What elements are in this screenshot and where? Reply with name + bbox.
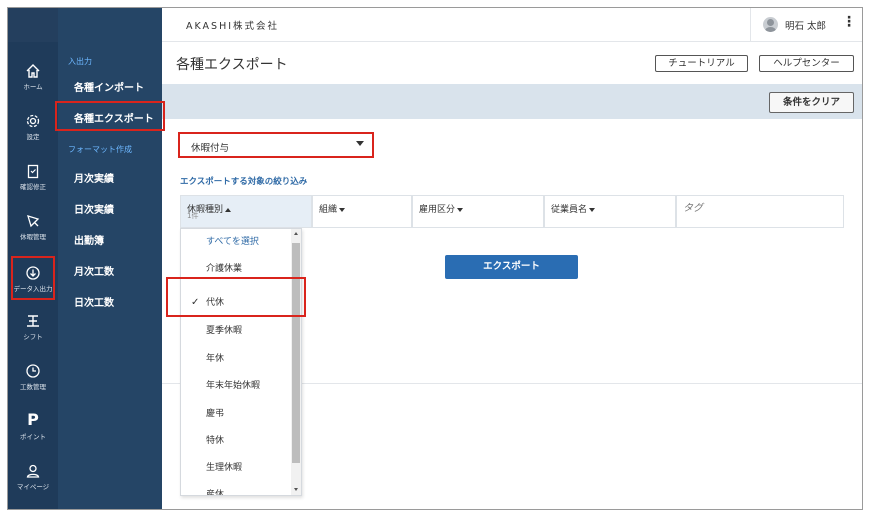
rail-item-review[interactable]: 確認修正 (8, 154, 58, 200)
rail-label-review: 確認修正 (20, 183, 46, 191)
point-icon: P (27, 410, 39, 429)
rail-label-man-hours: 工数管理 (20, 383, 46, 391)
rail-item-home[interactable]: ホーム (8, 54, 58, 100)
rail-label-settings: 設定 (26, 133, 40, 141)
submenu-item-daily-results[interactable]: 日次実績 (74, 201, 114, 216)
rail-label-leave: 休暇管理 (20, 233, 46, 241)
submenu-item-export[interactable]: 各種エクスポート (74, 110, 154, 125)
rail-item-shift[interactable]: シフト (8, 304, 58, 350)
filter-employment-type-label: 雇用区分 (419, 205, 456, 215)
export-type-value: 休暇付与 (191, 143, 230, 154)
filter-organization-label: 組織 (319, 205, 338, 215)
option-special-leave[interactable]: 特休 (181, 428, 291, 454)
rail-item-points[interactable]: P ポイント (8, 404, 58, 450)
avatar[interactable] (763, 17, 778, 32)
app-frame: ホーム 設定 確認修正 休暇管理 データ入出力 シフト 工数管理 P ポイント … (7, 7, 863, 510)
submenu-item-monthly-man-hours[interactable]: 月次工数 (74, 263, 114, 278)
option-select-all[interactable]: すべてを選択 (181, 229, 291, 255)
option-annual-leave[interactable]: 年休 (181, 346, 291, 372)
rail-label-data-io: データ入出力 (13, 285, 53, 293)
help-center-button[interactable]: ヘルプセンター (759, 55, 854, 72)
main-content: AKASHI株式会社 明石 太郎 ⋮ 各種エクスポート チュートリアル ヘルプセ… (162, 8, 862, 509)
user-name[interactable]: 明石 太郎 (785, 18, 826, 32)
submenu-item-monthly-results[interactable]: 月次実績 (74, 170, 114, 185)
option-new-year-leave[interactable]: 年末年始休暇 (181, 373, 291, 399)
submenu-section-io: 入出力 (68, 57, 92, 66)
option-label: 産休 (206, 490, 225, 496)
submenu-item-import[interactable]: 各種インポート (74, 79, 144, 94)
option-condolence-leave[interactable]: 慶弔 (181, 401, 291, 427)
option-label: 夏季休暇 (206, 326, 243, 336)
rail-item-leave[interactable]: 休暇管理 (8, 204, 58, 250)
shift-icon (8, 309, 58, 331)
scroll-up-icon[interactable] (294, 232, 298, 235)
submenu: 入出力 各種インポート 各種エクスポート フォーマット作成 月次実績 日次実績 … (58, 8, 162, 509)
page-title: 各種エクスポート (176, 57, 288, 73)
data-io-icon (8, 261, 58, 283)
gear-icon (8, 109, 58, 131)
filter-employee-name-label: 従業員名 (551, 205, 588, 215)
option-care-leave[interactable]: 介護休業 (181, 256, 291, 282)
rail-item-man-hours[interactable]: 工数管理 (8, 354, 58, 400)
filter-organization[interactable]: 組織 (312, 195, 412, 228)
option-label: 年休 (206, 354, 225, 364)
submenu-item-attendance-book[interactable]: 出勤簿 (74, 232, 104, 247)
option-compensatory-leave[interactable]: ✓ 代休 (181, 290, 291, 316)
chevron-down-icon (457, 207, 464, 212)
rail-header (8, 8, 58, 42)
filter-leave-type-count: 1件 (187, 212, 199, 220)
kebab-icon[interactable]: ⋮ (842, 14, 856, 30)
option-summer-leave[interactable]: 夏季休暇 (181, 318, 291, 344)
rail-item-mypage[interactable]: マイページ (8, 454, 58, 500)
filter-employee-name[interactable]: 従業員名 (544, 195, 676, 228)
filter-employment-type[interactable]: 雇用区分 (412, 195, 544, 228)
chevron-down-icon (589, 207, 596, 212)
option-menstrual-leave[interactable]: 生理休暇 (181, 455, 291, 481)
tutorial-button[interactable]: チュートリアル (655, 55, 748, 72)
option-label: 特休 (206, 436, 225, 446)
clipboard-icon (8, 159, 58, 181)
rail-label-points: ポイント (20, 433, 46, 441)
rail-item-settings[interactable]: 設定 (8, 104, 58, 150)
person-icon (8, 459, 58, 481)
option-maternity-leave[interactable]: 産休 (181, 482, 291, 496)
icon-rail: ホーム 設定 確認修正 休暇管理 データ入出力 シフト 工数管理 P ポイント … (8, 8, 58, 509)
filter-leave-type[interactable]: 休暇種別 1件 (180, 195, 312, 228)
submenu-section-format: フォーマット作成 (68, 145, 132, 154)
filter-bar: 条件をクリア (162, 84, 862, 119)
clear-conditions-button[interactable]: 条件をクリア (769, 92, 854, 113)
chevron-down-icon (339, 207, 346, 212)
option-label: 生理休暇 (206, 463, 243, 473)
rail-item-data-io[interactable]: データ入出力 (8, 256, 58, 302)
submenu-item-daily-man-hours[interactable]: 日次工数 (74, 294, 114, 309)
dropdown-scrollbar[interactable] (291, 229, 301, 495)
filter-tag-input[interactable]: タグ (676, 195, 844, 228)
checkmark-icon: ✓ (191, 297, 200, 308)
export-type-select[interactable]: 休暇付与 (181, 135, 372, 157)
chevron-down-icon (356, 141, 364, 146)
scrollbar-thumb[interactable] (292, 243, 300, 463)
option-label: 介護休業 (206, 264, 243, 274)
rail-label-home: ホーム (23, 83, 43, 91)
export-button[interactable]: エクスポート (445, 255, 578, 279)
option-label: 年末年始休暇 (206, 381, 261, 391)
rail-label-shift: シフト (23, 333, 43, 341)
sort-up-icon (225, 207, 232, 212)
leave-type-dropdown[interactable]: すべてを選択 介護休業 ✓ 代休 夏季休暇 年休 年末年始休暇 慶弔 特休 生理休… (180, 228, 302, 496)
clock-icon (8, 359, 58, 381)
home-icon (8, 59, 58, 81)
leave-icon (8, 209, 58, 231)
rail-label-mypage: マイページ (16, 483, 50, 491)
topbar-divider (750, 8, 751, 42)
filter-tag-placeholder: タグ (683, 203, 703, 214)
company-name: AKASHI株式会社 (186, 21, 280, 32)
scroll-down-icon[interactable] (294, 488, 298, 491)
option-label: 慶弔 (206, 409, 225, 419)
filter-section-label: エクスポートする対象の絞り込み (180, 177, 308, 187)
top-bar: AKASHI株式会社 明石 太郎 ⋮ (162, 8, 862, 42)
option-label: 代休 (206, 298, 225, 308)
